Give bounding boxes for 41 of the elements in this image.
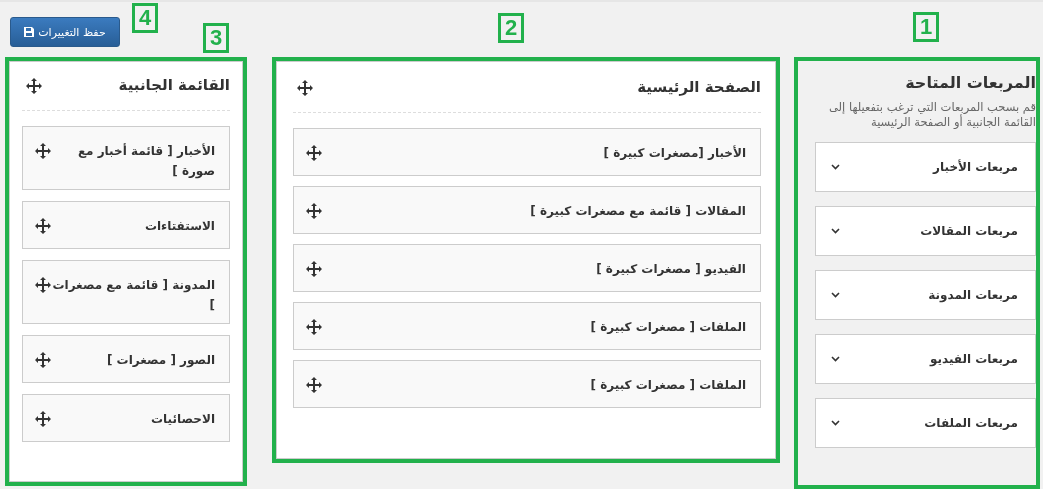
move-icon[interactable] bbox=[306, 261, 322, 277]
chevron-icon bbox=[831, 228, 840, 234]
chevron-icon bbox=[831, 164, 840, 170]
move-icon[interactable] bbox=[306, 203, 322, 219]
panel-title: المربعات المتاحة bbox=[904, 73, 1036, 92]
accordion-item[interactable]: مربعات الملفات bbox=[815, 398, 1036, 448]
draggable-block[interactable]: المدونة [ قائمة مع مصغرات ] bbox=[22, 260, 230, 324]
move-icon[interactable] bbox=[35, 277, 51, 293]
move-icon[interactable] bbox=[35, 411, 51, 427]
callout-number: 1 bbox=[913, 12, 940, 42]
accordion-item[interactable]: مربعات الأخبار bbox=[815, 142, 1036, 192]
draggable-block[interactable]: الصور [ مصغرات ] bbox=[22, 335, 230, 383]
panel-description: قم بسحب المربعات التي ترغب بتفعيلها إلى القائمة الجانبية أو الصفحة الرئيسية bbox=[827, 100, 1036, 130]
move-icon[interactable] bbox=[306, 145, 322, 161]
draggable-block[interactable]: الملفات [ مصغرات كبيرة ] bbox=[293, 360, 761, 408]
draggable-block[interactable]: المقالات [ قائمة مع مصغرات كبيرة ] bbox=[293, 186, 761, 234]
callout-number: 3 bbox=[203, 23, 230, 53]
callout-number: 4 bbox=[132, 3, 159, 33]
move-icon[interactable] bbox=[297, 80, 313, 96]
accordion-item[interactable]: مربعات الفيديو bbox=[815, 334, 1036, 384]
draggable-block[interactable]: الاحصائيات bbox=[22, 394, 230, 442]
move-icon[interactable] bbox=[26, 78, 42, 94]
chevron-icon bbox=[831, 420, 840, 426]
accordion-item[interactable]: مربعات المدونة bbox=[815, 270, 1036, 320]
draggable-block[interactable]: الأخبار [مصغرات كبيرة ] bbox=[293, 128, 761, 176]
move-icon[interactable] bbox=[306, 319, 322, 335]
move-icon[interactable] bbox=[306, 377, 322, 393]
save-button[interactable]: حفظ التغييرات bbox=[10, 17, 120, 47]
draggable-block[interactable]: الفيديو [ مصغرات كبيرة ] bbox=[293, 244, 761, 292]
accordion-item[interactable]: مربعات المقالات bbox=[815, 206, 1036, 256]
panel-title: الصفحة الرئيسية bbox=[637, 78, 761, 96]
chevron-icon bbox=[831, 356, 840, 362]
draggable-block[interactable]: الملفات [ مصغرات كبيرة ] bbox=[293, 302, 761, 350]
move-icon[interactable] bbox=[35, 143, 51, 159]
draggable-block[interactable]: الأخبار [ قائمة أخبار مع صورة ] bbox=[22, 126, 230, 190]
move-icon[interactable] bbox=[35, 218, 51, 234]
callout-number: 2 bbox=[498, 13, 525, 43]
draggable-block[interactable]: الاستفتاءات bbox=[22, 201, 230, 249]
chevron-icon bbox=[831, 292, 840, 298]
move-icon[interactable] bbox=[35, 352, 51, 368]
panel-title: القائمة الجانبية bbox=[118, 76, 230, 94]
